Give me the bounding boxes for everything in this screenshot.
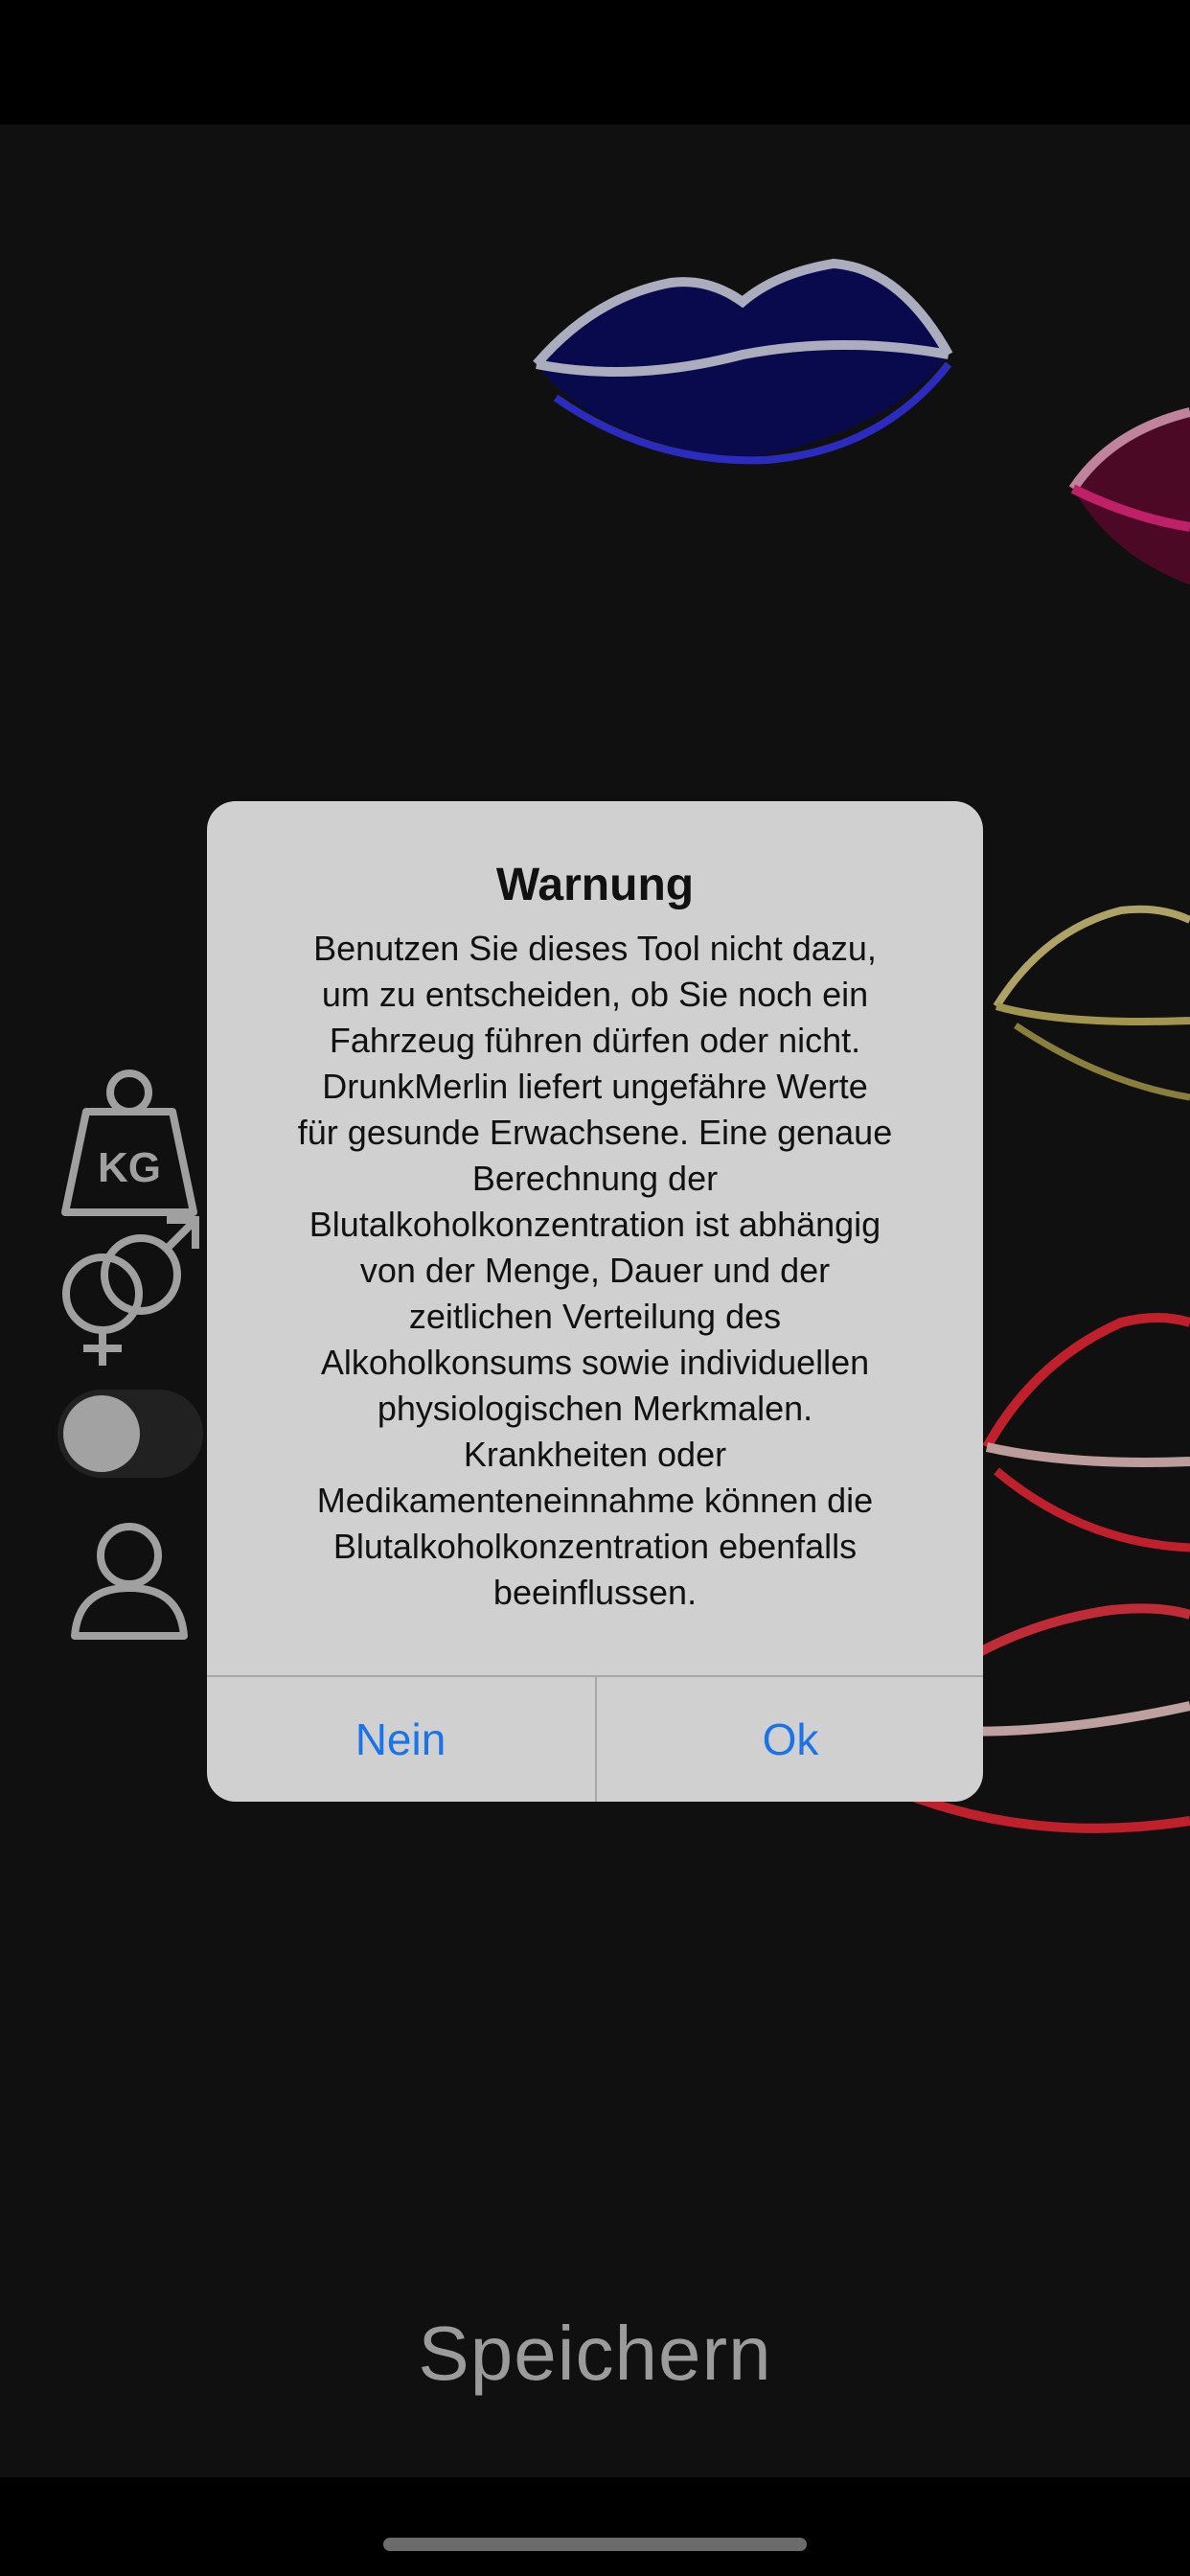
dialog-message-line: von der Menge, Dauer und der <box>359 1251 831 1290</box>
dialog-message-line: Alkoholkonsums sowie individuellen <box>320 1343 870 1382</box>
dialog-message-line: Krankheiten oder <box>463 1435 727 1474</box>
dialog-message-line: Blutalkoholkonzentration ebenfalls <box>332 1527 858 1566</box>
warning-dialog: Warnung Benutzen Sie dieses Tool nicht d… <box>207 801 983 1802</box>
dialog-message-line: um zu entscheiden, ob Sie noch ein <box>321 975 869 1014</box>
dialog-title: Warnung <box>495 860 695 910</box>
ok-button[interactable]: Ok <box>597 1677 983 1802</box>
dialog-message-line: Fahrzeug führen dürfen oder nicht. <box>329 1021 861 1060</box>
dialog-message-line: Blutalkoholkonzentration ist abhängig <box>309 1205 881 1244</box>
dialog-message-line: Medikamenteneinnahme können die <box>316 1481 874 1520</box>
dialog-message-line: physiologischen Merkmalen. <box>377 1389 813 1428</box>
dialog-message-line: DrunkMerlin liefert ungefähre Werte <box>322 1067 868 1106</box>
dialog-message-line: beeinflussen. <box>492 1573 698 1612</box>
dialog-message: Benutzen Sie dieses Tool nicht dazu, um … <box>255 926 935 1616</box>
cancel-button[interactable]: Nein <box>207 1677 594 1802</box>
dialog-message-line: zeitlichen Verteilung des <box>408 1297 782 1336</box>
dialog-message-line: Benutzen Sie dieses Tool nicht dazu, <box>313 929 877 968</box>
dialog-message-line: Berechnung der <box>471 1159 719 1198</box>
dialog-message-line: für gesunde Erwachsene. Eine genaue <box>297 1113 893 1152</box>
